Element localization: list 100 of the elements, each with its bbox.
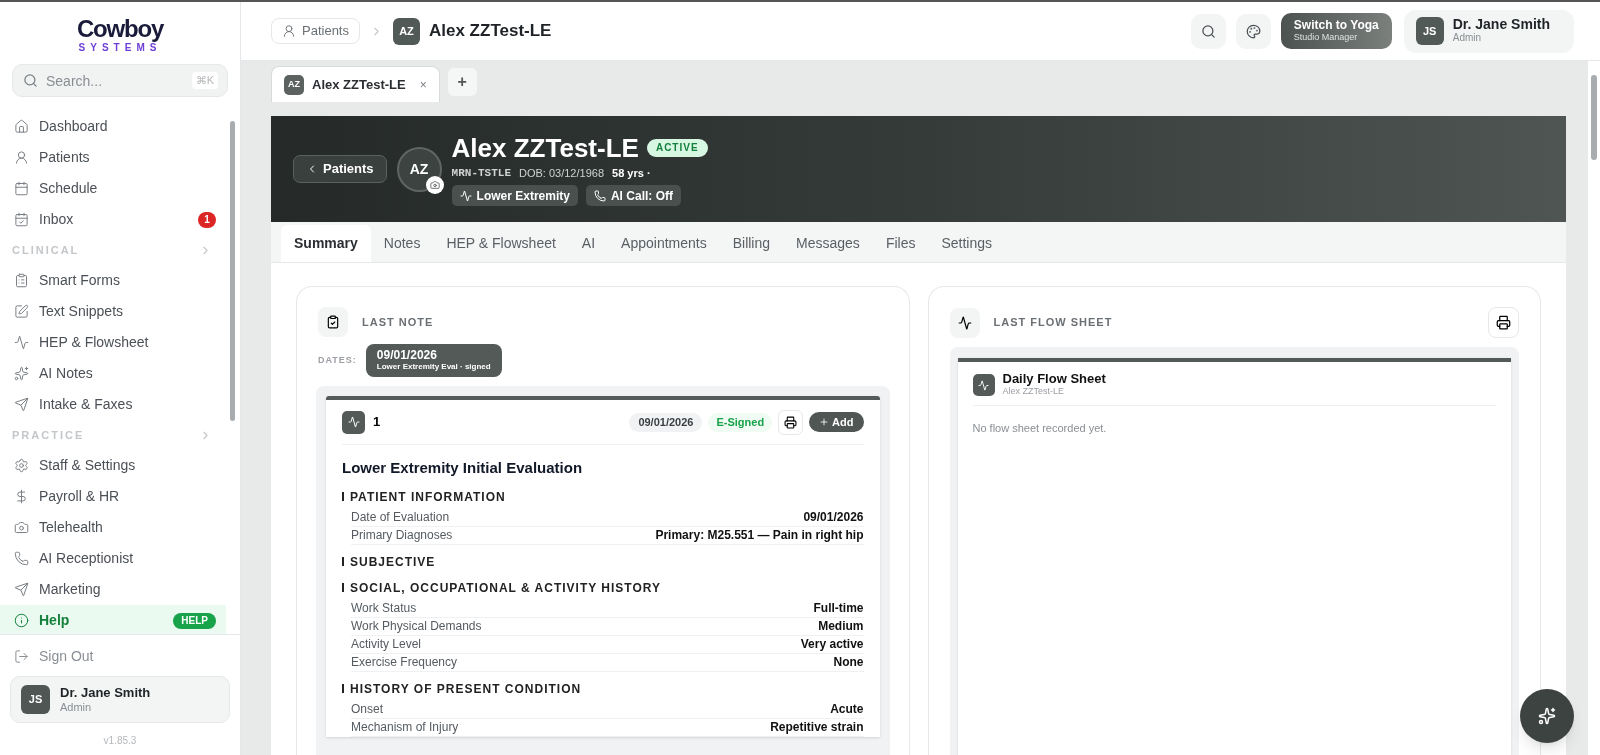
nav-item[interactable]: Smart Forms <box>0 265 226 296</box>
close-button[interactable]: × <box>419 75 427 94</box>
section-heading: SOCIAL, OCCUPATIONAL & ACTIVITY HISTORY <box>350 579 661 597</box>
empty-message: No flow sheet recorded yet. <box>972 422 1107 434</box>
tab[interactable]: Summary <box>281 225 371 262</box>
user-avatar: JS <box>1415 17 1444 45</box>
logo-tagline: SYSTEMS <box>78 42 162 54</box>
section-heading: SUBJECTIVE <box>350 553 436 571</box>
logo-name: Cowboy <box>76 16 164 42</box>
nav-item[interactable]: AI Notes <box>0 358 226 389</box>
send-icon <box>14 397 29 412</box>
note-title: Lower Extremity Initial Evaluation <box>342 458 584 478</box>
patient-avatar: AZ <box>284 74 304 95</box>
tab[interactable]: Notes <box>370 225 434 262</box>
sparkles-icon <box>1538 707 1556 725</box>
patient-avatar: AZ <box>393 17 420 45</box>
pulse-icon <box>14 335 29 350</box>
field-label: Work Physical Demands <box>351 618 482 635</box>
user-name: Dr. Jane Smith <box>1452 18 1550 31</box>
nav-item[interactable]: Staff & Settings <box>0 450 226 481</box>
scrollbar[interactable] <box>1588 61 1600 755</box>
nav-item[interactable]: AI Receptionist <box>0 543 226 574</box>
user-role: Admin <box>60 699 93 714</box>
nav-item[interactable]: Schedule <box>0 173 226 204</box>
field-value: 09/01/2026 <box>803 509 864 526</box>
status-badge: ACTIVE <box>646 138 708 157</box>
person-icon <box>14 150 29 165</box>
search-icon <box>1200 23 1216 39</box>
tab[interactable]: Billing <box>719 225 784 262</box>
patient-avatar[interactable]: AZ <box>396 146 442 192</box>
field-label: Exercise Frequency <box>351 654 458 671</box>
section-heading: PATIENT INFORMATION <box>350 488 506 506</box>
user-card[interactable]: JS Dr. Jane Smith Admin <box>10 676 230 723</box>
phone-icon <box>593 189 606 202</box>
pulse-icon <box>347 416 360 428</box>
switch-app-button[interactable]: Switch to Yoga Studio Manager <box>1280 13 1392 49</box>
nav-item[interactable]: Marketing <box>0 574 226 605</box>
card-title: LAST NOTE <box>362 314 434 330</box>
tab[interactable]: Appointments <box>608 225 720 262</box>
field-label: Work Status <box>351 600 417 617</box>
user-role: Admin <box>1452 31 1483 44</box>
section-heading: HISTORY OF PRESENT CONDITION <box>350 680 582 698</box>
dob-text: DOB: 03/12/1968 <box>519 165 604 181</box>
print-button[interactable] <box>1488 307 1519 338</box>
patient-tag[interactable]: AI Call: Off <box>585 185 681 207</box>
nav-item[interactable]: Text Snippets <box>0 296 226 327</box>
add-tab-button[interactable]: + <box>447 68 477 96</box>
calendar-icon <box>14 181 29 196</box>
user-name: Dr. Jane Smith <box>60 685 151 700</box>
search-icon <box>23 73 38 88</box>
patient-tag[interactable]: Lower Extremity <box>451 185 578 207</box>
plus-icon <box>819 417 830 427</box>
nav-item[interactable]: Patients <box>0 142 226 173</box>
gear-icon <box>14 458 29 473</box>
pulse-icon <box>459 189 472 202</box>
nav-item[interactable]: HEP & Flowsheet <box>0 327 226 358</box>
field-label: Activity Level <box>351 636 422 653</box>
sheet-subtitle: Alex ZZTest-LE <box>1002 386 1065 397</box>
card-title: LAST FLOW SHEET <box>993 315 1114 331</box>
nav-item[interactable]: Dashboard <box>0 111 226 142</box>
clipboard-icon <box>14 273 29 288</box>
nav-item[interactable]: Intake & Faxes <box>0 389 226 420</box>
tab[interactable]: Settings <box>928 225 1006 262</box>
user-menu[interactable]: JS Dr. Jane Smith Admin <box>1403 9 1574 53</box>
add-button[interactable]: Add <box>809 412 864 432</box>
patient-tab[interactable]: AZ Alex ZZTest-LE × <box>271 66 440 102</box>
print-button[interactable] <box>778 409 804 435</box>
nav-item[interactable]: Inbox 1 <box>0 204 226 235</box>
camera-icon <box>14 520 29 535</box>
tab-label: Alex ZZTest-LE <box>312 75 406 94</box>
tab[interactable]: Files <box>872 225 929 262</box>
field-value: Primary: M25.551 — Pain in right hip <box>655 527 864 544</box>
sheet-title: Daily Flow Sheet <box>1002 373 1106 385</box>
printer-icon <box>1496 315 1511 330</box>
mrn-text: MRN-TSTLE <box>451 165 511 181</box>
theme-button[interactable] <box>1235 13 1271 49</box>
section-heading: CLINICAL <box>12 242 80 258</box>
field-label: Onset <box>351 701 383 718</box>
age-text: 58 yrs · <box>612 165 651 181</box>
nav-item[interactable]: Help HELP <box>0 605 226 634</box>
dates-label: DATES: <box>318 353 357 367</box>
nav-item[interactable]: Payroll & HR <box>0 481 226 512</box>
clipboard-icon <box>326 315 340 329</box>
back-button[interactable]: Patients <box>293 155 387 183</box>
pulse-icon <box>957 315 972 330</box>
nav-item[interactable]: Telehealth <box>0 512 226 543</box>
patient-name: Alex ZZTest-LE <box>451 131 639 164</box>
tab[interactable]: Messages <box>783 225 873 262</box>
note-date: 09/01/2026 <box>629 412 703 432</box>
signed-status: E-Signed <box>708 412 773 432</box>
date-chip[interactable]: 09/01/2026 Lower Extremity Eval · signed <box>365 344 502 377</box>
tab[interactable]: HEP & Flowsheet <box>433 225 569 262</box>
field-label: Mechanism of Injury <box>351 719 459 736</box>
search-button[interactable] <box>1190 13 1226 49</box>
person-icon <box>282 24 296 38</box>
tab[interactable]: AI <box>568 225 609 262</box>
breadcrumb-link[interactable]: Patients <box>271 18 360 44</box>
section-heading: PRACTICE <box>12 427 85 443</box>
field-value: Repetitive strain <box>770 719 864 736</box>
sparkles-icon <box>14 366 29 381</box>
